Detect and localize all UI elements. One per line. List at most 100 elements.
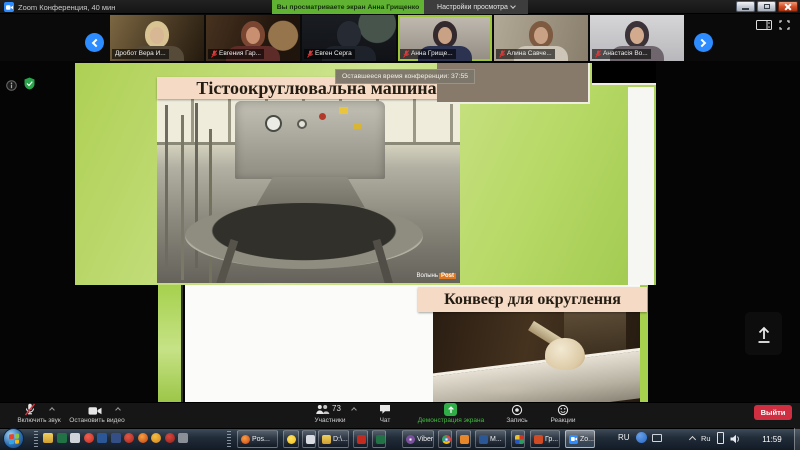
remaining-time-tooltip: Оставшееся время конференции: 37:55 xyxy=(335,69,475,84)
language-help-icon[interactable] xyxy=(636,432,647,443)
participant-name: Евген Серга xyxy=(315,50,352,57)
unmute-button[interactable]: Включить звук xyxy=(8,417,70,424)
presentation-background-notch xyxy=(592,61,656,85)
stop-video-button-icon[interactable] xyxy=(88,406,102,416)
participant-video[interactable]: Евгения Гар... xyxy=(206,15,300,61)
red-knob xyxy=(319,113,326,120)
taskbar-button-label: Viber xyxy=(417,435,434,443)
taskbar-button[interactable]: Гр... xyxy=(530,430,560,448)
keyboard-layout-icon[interactable] xyxy=(652,434,662,442)
taskbar-button[interactable]: D:\... xyxy=(318,430,349,448)
antivirus-quicklaunch-icon[interactable] xyxy=(151,433,161,443)
taskbar-button[interactable] xyxy=(302,430,316,448)
slide2-left-border xyxy=(158,285,183,402)
reactions-button[interactable]: Реакции xyxy=(543,417,583,424)
gallery-view-icon[interactable] xyxy=(756,20,772,30)
taskbar-button[interactable] xyxy=(372,430,386,448)
chat-button[interactable]: Чат xyxy=(365,417,405,424)
titlebar: Zoom Конференция, 40 мин Вы просматривае… xyxy=(0,0,800,14)
stop-video-button[interactable]: Остановить видео xyxy=(62,417,132,424)
muted-mic-button-icon[interactable] xyxy=(24,403,36,416)
dough-rounding-machine-photo: Волынь Post xyxy=(157,97,460,283)
windows-logo-icon xyxy=(8,432,19,445)
excel-quicklaunch-icon[interactable] xyxy=(57,433,67,443)
taskbar-button[interactable] xyxy=(283,430,299,448)
share-screen-button[interactable]: Демонстрация экрана xyxy=(405,417,497,424)
meeting-toolbar xyxy=(0,402,800,428)
taskbar-button[interactable]: Viber xyxy=(402,430,434,448)
scroll-participants-right-button[interactable] xyxy=(694,33,713,52)
app-icon xyxy=(306,434,315,444)
meeting-info-icon[interactable] xyxy=(6,78,17,96)
taskbar-separator xyxy=(34,431,38,447)
firefox-quicklaunch-icon[interactable] xyxy=(138,433,148,443)
participants-button[interactable]: Участники xyxy=(300,417,360,424)
slide-content-panel xyxy=(628,87,654,285)
minimize-button[interactable] xyxy=(736,1,755,12)
encryption-shield-icon[interactable] xyxy=(24,77,35,95)
chat-icon[interactable] xyxy=(379,404,391,415)
scroll-participants-left-button[interactable] xyxy=(85,33,104,52)
taskbar-button[interactable] xyxy=(456,430,471,448)
tray-language[interactable]: Ru xyxy=(701,434,711,443)
opera-quicklaunch-icon[interactable] xyxy=(84,433,94,443)
pressure-gauge xyxy=(297,119,307,129)
participant-video[interactable]: Анастасія Во... xyxy=(590,15,684,61)
photo-watermark: Волынь Post xyxy=(417,273,456,279)
participant-name: Дробот Вера И... xyxy=(115,50,166,57)
player-quicklaunch-icon[interactable] xyxy=(165,433,175,443)
taskbar-clock[interactable]: 11:59 xyxy=(752,428,792,450)
participant-face xyxy=(150,27,164,44)
app-quicklaunch-icon[interactable] xyxy=(178,433,188,443)
participant-video[interactable]: Евген Серга xyxy=(302,15,396,61)
taskbar-button[interactable] xyxy=(511,430,525,448)
arrow-up-indicator[interactable] xyxy=(745,312,782,355)
reactions-smiley-icon[interactable] xyxy=(557,404,569,416)
taskbar-button-label: Zo... xyxy=(580,435,595,443)
taskbar-button[interactable]: M... xyxy=(475,430,506,448)
taskbar-button-zoom-active[interactable]: Zo... xyxy=(565,430,595,448)
participant-nametag: Дробот Вера И... xyxy=(112,49,169,59)
word-quicklaunch-icon[interactable] xyxy=(97,433,107,443)
media-quicklaunch-icon[interactable] xyxy=(124,433,134,443)
scaffolding xyxy=(165,105,168,270)
chevron-left-icon xyxy=(91,38,101,47)
window-title: Zoom Конференция, 40 мин xyxy=(18,2,116,12)
participants-icon[interactable] xyxy=(315,404,330,415)
restore-button[interactable] xyxy=(757,1,776,12)
document-quicklaunch-icon[interactable] xyxy=(70,433,80,443)
participant-video-active-speaker[interactable]: Анна Грище... xyxy=(398,15,492,61)
participant-video[interactable]: Алина Савче... xyxy=(494,15,588,61)
viewing-screen-banner: Вы просматриваете экран Анна Грищенко xyxy=(272,0,424,14)
start-button[interactable] xyxy=(3,428,24,449)
device-tray-icon[interactable] xyxy=(717,432,724,444)
language-indicator[interactable]: RU xyxy=(618,433,630,442)
view-settings-label: Настройки просмотра xyxy=(437,3,508,11)
chrome-icon xyxy=(442,434,451,444)
flour-dust xyxy=(469,380,539,396)
taskbar-button[interactable]: Pos... xyxy=(237,430,278,448)
participant-nametag: Алина Савче... xyxy=(496,49,555,59)
record-icon[interactable] xyxy=(511,404,523,416)
record-button[interactable]: Запись xyxy=(497,417,537,424)
close-icon xyxy=(784,3,792,11)
share-screen-icon[interactable] xyxy=(444,403,457,416)
close-button[interactable] xyxy=(778,1,798,12)
pressure-gauge xyxy=(265,115,282,132)
participant-video[interactable]: Дробот Вера И... xyxy=(110,15,204,61)
participant-nametag: Анастасія Во... xyxy=(592,49,651,59)
slide2-title: Конвеєр для округлення xyxy=(418,287,647,312)
leave-meeting-button[interactable]: Выйти xyxy=(754,405,792,420)
participant-face xyxy=(246,27,260,44)
taskbar-button[interactable] xyxy=(438,430,452,448)
photos-icon xyxy=(515,434,524,444)
view-settings-button[interactable]: Настройки просмотра xyxy=(424,0,528,14)
speaker-tray-icon[interactable] xyxy=(730,434,741,444)
messenger-icon xyxy=(287,434,296,444)
fullscreen-icon[interactable] xyxy=(779,20,790,30)
taskbar-button[interactable] xyxy=(353,430,368,448)
folder-quicklaunch-icon[interactable] xyxy=(43,433,53,443)
muted-mic-icon xyxy=(211,50,217,58)
show-desktop-button[interactable] xyxy=(794,428,800,450)
commander-quicklaunch-icon[interactable] xyxy=(111,433,121,443)
